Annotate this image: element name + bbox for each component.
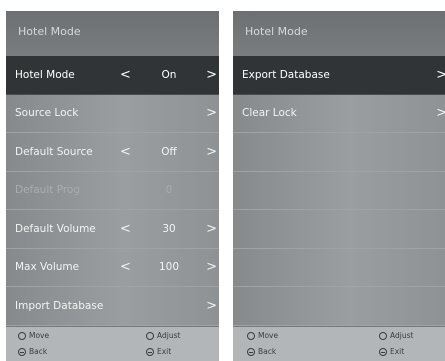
menu-item-value: Off — [161, 145, 177, 158]
menu-empty-row — [233, 248, 445, 287]
chevron-right-icon[interactable]: > — [436, 106, 445, 121]
menu-item-label: Default Volume — [15, 222, 96, 235]
hint-move: Move — [18, 331, 49, 340]
key-hint-bar: Move Adjust Back Exit — [233, 327, 445, 361]
chevron-right-icon[interactable]: > — [206, 144, 217, 159]
hint-label: Move — [258, 331, 279, 340]
chevron-right-icon[interactable]: > — [436, 67, 445, 82]
hint-label: Adjust — [157, 331, 181, 340]
menu-item-clear-lock[interactable]: Clear Lock > — [233, 94, 445, 133]
hint-label: Move — [29, 331, 50, 340]
menu-item-label: Max Volume — [15, 261, 80, 274]
menu-item-label: Default Prog — [15, 184, 81, 197]
menu-key-icon — [18, 347, 26, 356]
menu-item-hotel-mode[interactable]: Hotel Mode < On > — [6, 56, 219, 95]
hint-adjust: Adjust — [379, 331, 413, 340]
hint-exit: Exit — [379, 347, 404, 356]
menu-item-value: 0 — [165, 184, 173, 197]
hint-label: Exit — [157, 347, 172, 356]
dpad-icon — [146, 331, 154, 340]
menu-empty-row — [233, 287, 445, 326]
hint-label: Exit — [390, 347, 405, 356]
menu-title: Hotel Mode — [233, 11, 445, 56]
hint-adjust: Adjust — [146, 331, 180, 340]
chevron-left-icon[interactable]: < — [120, 144, 131, 159]
menu-empty-row — [233, 133, 445, 172]
hint-exit: Exit — [146, 347, 171, 356]
chevron-left-icon[interactable]: < — [120, 221, 131, 236]
chevron-right-icon[interactable]: > — [206, 221, 217, 236]
menu-item-value: 100 — [158, 261, 180, 274]
menu-item-label: Import Database — [15, 299, 104, 312]
menu-item-max-volume[interactable]: Max Volume < 100 > — [6, 248, 219, 287]
menu-item-default-prog: Default Prog 0 — [6, 171, 219, 210]
hint-back: Back — [18, 347, 47, 356]
menu-item-source-lock[interactable]: Source Lock > — [6, 94, 219, 133]
menu-item-label: Source Lock — [15, 107, 79, 120]
exit-key-icon — [379, 347, 387, 356]
menu-item-value: 30 — [162, 222, 176, 235]
hint-back: Back — [247, 347, 276, 356]
chevron-right-icon[interactable]: > — [206, 298, 217, 313]
hotel-mode-menu-right: Hotel Mode Export Database > Clear Lock … — [233, 11, 445, 361]
menu-item-default-source[interactable]: Default Source < Off > — [6, 133, 219, 172]
hint-label: Back — [29, 347, 48, 356]
chevron-right-icon[interactable]: > — [206, 67, 217, 82]
menu-item-label: Hotel Mode — [15, 68, 75, 81]
menu-item-import-database[interactable]: Import Database > — [6, 287, 219, 326]
dpad-icon — [379, 331, 387, 340]
hint-label: Adjust — [390, 331, 414, 340]
hotel-mode-menu-left: Hotel Mode Hotel Mode < On > Source Lock… — [6, 11, 219, 361]
hint-move: Move — [247, 331, 278, 340]
menu-item-label: Default Source — [15, 145, 93, 158]
dpad-icon — [247, 331, 255, 340]
chevron-left-icon[interactable]: < — [120, 67, 131, 82]
exit-key-icon — [146, 347, 154, 356]
menu-item-label: Export Database — [242, 68, 330, 81]
chevron-right-icon[interactable]: > — [206, 106, 217, 121]
menu-key-icon — [247, 347, 255, 356]
menu-empty-row — [233, 210, 445, 249]
chevron-right-icon[interactable]: > — [206, 260, 217, 275]
hint-label: Back — [258, 347, 277, 356]
menu-title: Hotel Mode — [6, 11, 219, 56]
menu-item-label: Clear Lock — [242, 107, 297, 120]
menu-item-export-database[interactable]: Export Database > — [233, 56, 445, 95]
chevron-left-icon[interactable]: < — [120, 260, 131, 275]
key-hint-bar: Move Adjust Back Exit — [6, 327, 219, 361]
menu-empty-row — [233, 171, 445, 210]
dpad-icon — [18, 331, 26, 340]
menu-item-default-volume[interactable]: Default Volume < 30 > — [6, 210, 219, 249]
menu-item-value: On — [161, 68, 177, 81]
